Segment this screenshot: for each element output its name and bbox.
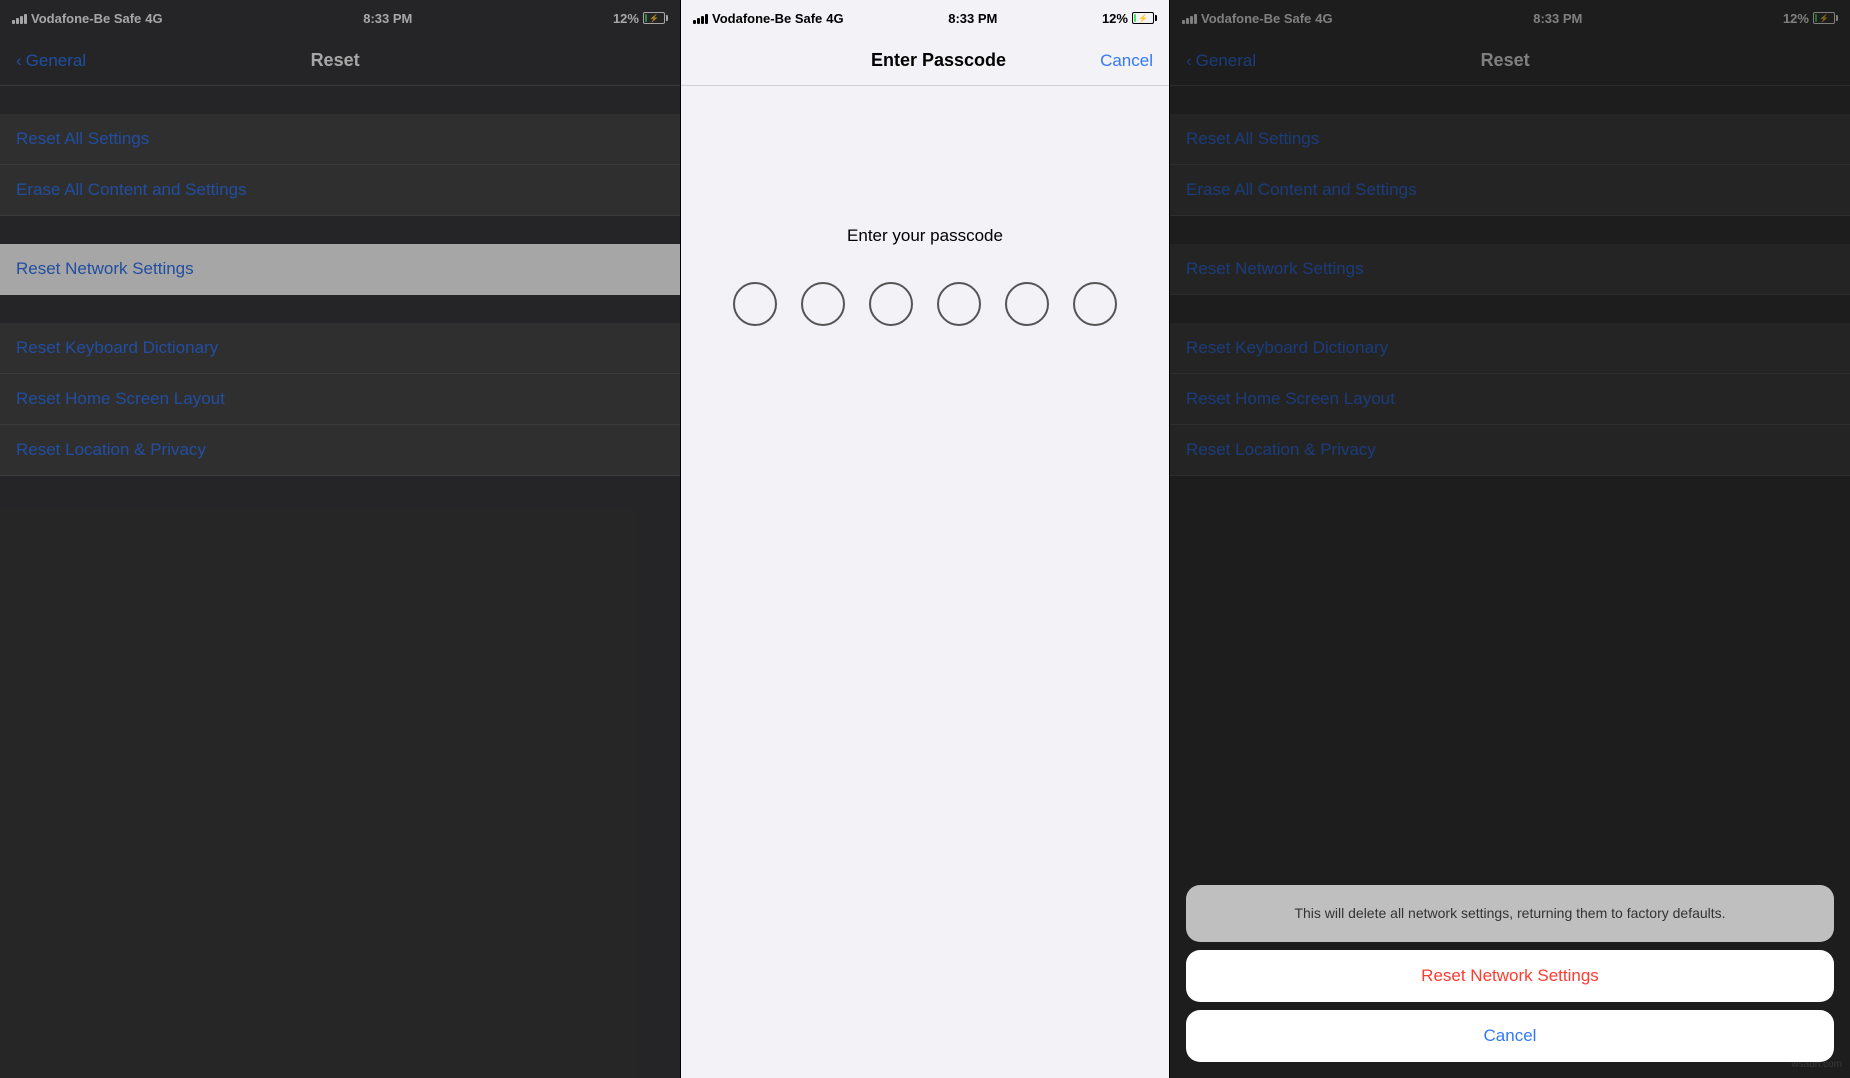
passcode-dot-6 xyxy=(1073,282,1117,326)
alert-cancel-button[interactable]: Cancel xyxy=(1186,1010,1834,1062)
alert-message-box: This will delete all network settings, r… xyxy=(1186,885,1834,942)
left-item-reset-network-label: Reset Network Settings xyxy=(16,259,194,278)
left-chevron-icon: ‹ xyxy=(16,51,22,71)
middle-carrier: Vodafone-Be Safe xyxy=(712,11,822,26)
right-panel: Vodafone-Be Safe 4G 8:33 PM 12% ⚡ ‹ Gene… xyxy=(1170,0,1850,1078)
passcode-dot-1 xyxy=(733,282,777,326)
middle-battery-pct: 12% xyxy=(1102,11,1128,26)
left-network: 4G xyxy=(145,11,162,26)
left-item-erase-all-label: Erase All Content and Settings xyxy=(16,180,247,199)
left-status-right: 12% ⚡ xyxy=(613,11,668,26)
alert-cancel-box: Cancel xyxy=(1186,1010,1834,1062)
passcode-cancel-button[interactable]: Cancel xyxy=(1100,51,1153,71)
left-status-bar: Vodafone-Be Safe 4G 8:33 PM 12% ⚡ xyxy=(0,0,680,36)
left-item-reset-keyboard[interactable]: Reset Keyboard Dictionary xyxy=(0,323,680,374)
middle-panel: Vodafone-Be Safe 4G 8:33 PM 12% ⚡ Enter … xyxy=(681,0,1169,1078)
middle-network: 4G xyxy=(826,11,843,26)
passcode-body: Enter your passcode xyxy=(681,86,1169,1078)
passcode-dot-2 xyxy=(801,282,845,326)
alert-message-text: This will delete all network settings, r… xyxy=(1294,905,1725,921)
middle-status-bar: Vodafone-Be Safe 4G 8:33 PM 12% ⚡ xyxy=(681,0,1169,36)
passcode-nav: Enter Passcode Cancel xyxy=(681,36,1169,86)
left-item-reset-network[interactable]: Reset Network Settings xyxy=(0,244,680,295)
left-status-left: Vodafone-Be Safe 4G xyxy=(12,11,163,26)
alert-sheet: This will delete all network settings, r… xyxy=(1170,885,1850,1078)
left-item-reset-all-label: Reset All Settings xyxy=(16,129,149,148)
signal-icon xyxy=(12,12,27,24)
alert-button-box: Reset Network Settings xyxy=(1186,950,1834,1002)
alert-overlay: This will delete all network settings, r… xyxy=(1170,0,1850,1078)
battery-icon: ⚡ xyxy=(643,12,668,24)
middle-time: 8:33 PM xyxy=(948,11,997,26)
left-panel: Vodafone-Be Safe 4G 8:33 PM 12% ⚡ ‹ Gene… xyxy=(0,0,680,1078)
middle-signal-icon xyxy=(693,12,708,24)
left-nav-bar: ‹ General Reset xyxy=(0,36,680,86)
left-item-reset-home[interactable]: Reset Home Screen Layout xyxy=(0,374,680,425)
passcode-dot-5 xyxy=(1005,282,1049,326)
passcode-prompt: Enter your passcode xyxy=(847,226,1003,246)
left-carrier: Vodafone-Be Safe xyxy=(31,11,141,26)
left-nav-title: Reset xyxy=(311,50,360,71)
alert-confirm-button[interactable]: Reset Network Settings xyxy=(1186,950,1834,1002)
left-item-reset-all[interactable]: Reset All Settings xyxy=(0,114,680,165)
left-back-button[interactable]: ‹ General xyxy=(16,51,86,71)
left-item-erase-all[interactable]: Erase All Content and Settings xyxy=(0,165,680,216)
left-item-reset-location[interactable]: Reset Location & Privacy xyxy=(0,425,680,476)
left-time: 8:33 PM xyxy=(363,11,412,26)
passcode-dot-3 xyxy=(869,282,913,326)
left-battery-pct: 12% xyxy=(613,11,639,26)
passcode-dot-4 xyxy=(937,282,981,326)
left-settings-list: Reset All Settings Erase All Content and… xyxy=(0,86,680,1078)
left-item-reset-location-label: Reset Location & Privacy xyxy=(16,440,206,459)
middle-status-right: 12% ⚡ xyxy=(1102,11,1157,26)
left-item-reset-home-label: Reset Home Screen Layout xyxy=(16,389,225,408)
passcode-dots xyxy=(733,282,1117,326)
middle-status-left: Vodafone-Be Safe 4G xyxy=(693,11,844,26)
left-back-label: General xyxy=(26,51,86,71)
left-item-reset-keyboard-label: Reset Keyboard Dictionary xyxy=(16,338,218,357)
middle-battery-icon: ⚡ xyxy=(1132,12,1157,24)
passcode-title: Enter Passcode xyxy=(871,50,1006,71)
